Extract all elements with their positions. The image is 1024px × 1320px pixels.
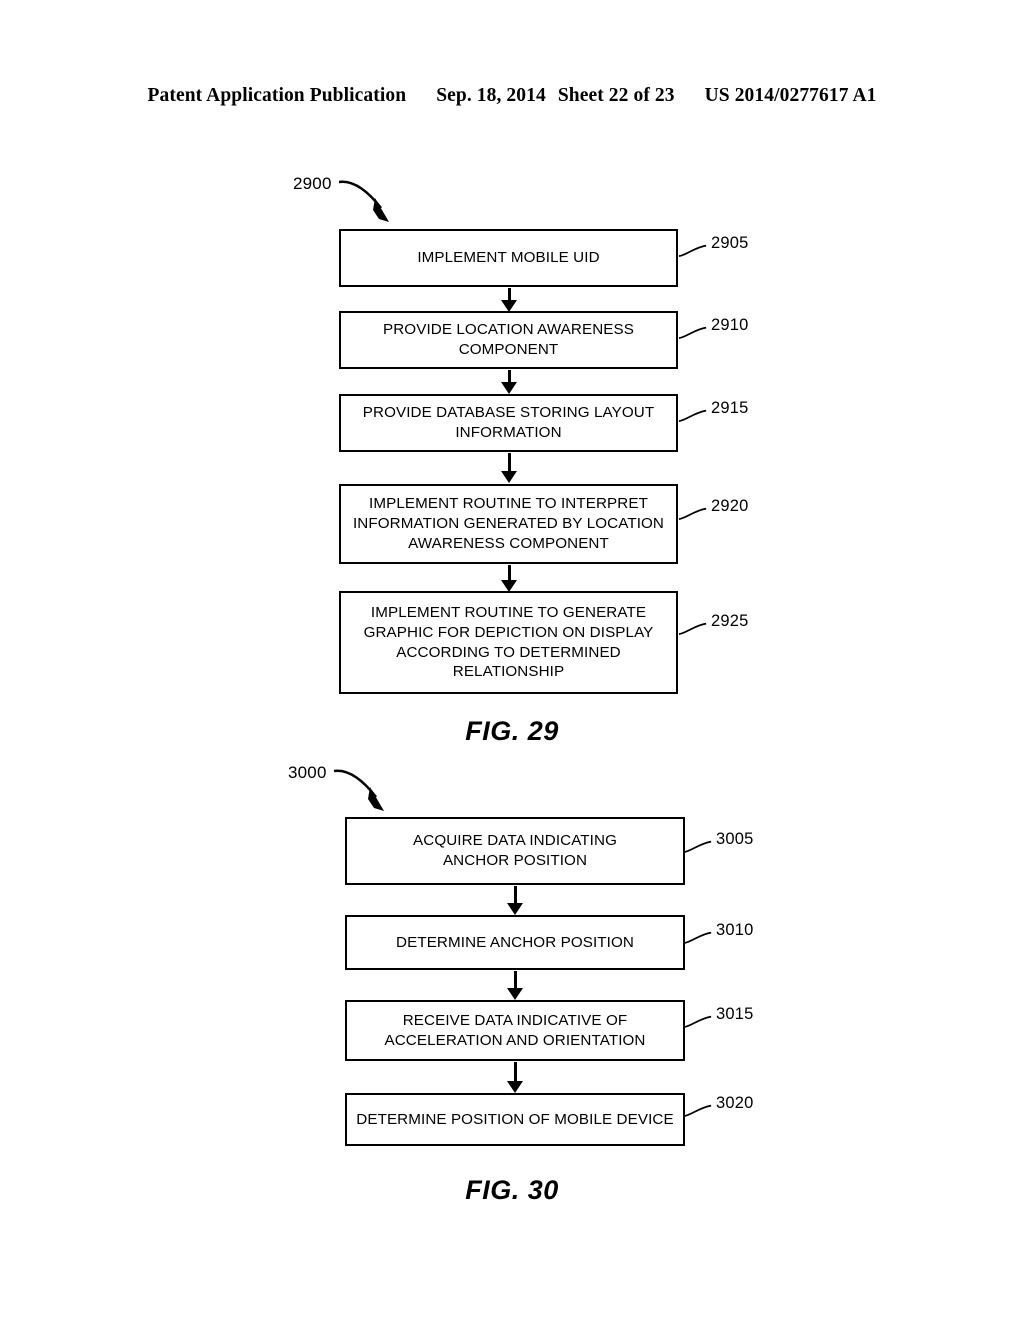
flow-box-2920-line-3: AWARENESS COMPONENT — [408, 534, 609, 552]
flow-box-2905-line-1: IMPLEMENT MOBILE UID — [417, 249, 600, 267]
flow-box-2920-line-1: IMPLEMENT ROUTINE TO INTERPRET — [369, 495, 648, 513]
flow-box-2925-line-3: ACCORDING TO DETERMINED — [396, 643, 621, 661]
ref-2915: 2915 — [678, 399, 749, 422]
connector-3010-3015 — [505, 971, 525, 1001]
flow-box-3005-line-1: ACQUIRE DATA INDICATING — [413, 832, 617, 850]
ref-2925-leader-icon — [678, 622, 707, 635]
figure-30-id-callout: 3000 — [288, 763, 384, 811]
ref-3020-leader-icon — [683, 1104, 712, 1117]
figure-30-id-label: 3000 — [288, 763, 327, 782]
ref-2910-leader-icon — [678, 326, 707, 339]
ref-3015-leader-icon — [683, 1015, 712, 1028]
flow-box-3005: ACQUIRE DATA INDICATING ANCHOR POSITION — [345, 817, 685, 885]
flow-box-3015-line-1: RECEIVE DATA INDICATIVE OF — [402, 1011, 628, 1029]
ref-3005-label: 3005 — [716, 830, 754, 848]
ref-3010-leader-icon — [683, 931, 712, 944]
flow-box-3020: DETERMINE POSITION OF MOBILE DEVICE — [345, 1093, 685, 1146]
connector-2910-2915 — [499, 370, 519, 395]
ref-3015: 3015 — [683, 1005, 754, 1028]
flow-box-2925: IMPLEMENT ROUTINE TO GENERATE GRAPHIC FO… — [339, 591, 678, 694]
figure-29-callout-arrow-icon — [338, 180, 389, 222]
flow-box-3015-line-2: ACCELERATION AND ORIENTATION — [384, 1031, 646, 1049]
flow-box-3010-line-1: DETERMINE ANCHOR POSITION — [396, 933, 634, 951]
flow-box-2925-line-2: GRAPHIC FOR DEPICTION ON DISPLAY — [363, 623, 654, 641]
flow-box-2915-line-1: PROVIDE DATABASE STORING LAYOUT — [362, 404, 655, 422]
page-header: Patent Application Publication Sep. 18, 2… — [0, 85, 1024, 107]
flow-box-2915: PROVIDE DATABASE STORING LAYOUT INFORMAT… — [339, 394, 678, 452]
ref-2915-label: 2915 — [711, 399, 749, 417]
ref-3015-label: 3015 — [716, 1005, 754, 1023]
flow-box-3020-line-1: DETERMINE POSITION OF MOBILE DEVICE — [356, 1110, 674, 1128]
ref-2905-label: 2905 — [711, 234, 749, 252]
flow-box-3010: DETERMINE ANCHOR POSITION — [345, 915, 685, 970]
ref-2920-leader-icon — [678, 507, 707, 520]
ref-3005: 3005 — [683, 830, 754, 853]
flow-box-2920-line-2: INFORMATION GENERATED BY LOCATION — [352, 515, 664, 533]
flow-box-2915-line-2: INFORMATION — [455, 424, 562, 441]
figure-30-callout-arrow-icon — [333, 769, 384, 811]
flow-box-2910: PROVIDE LOCATION AWARENESS COMPONENT — [339, 311, 678, 369]
ref-3010: 3010 — [683, 921, 754, 944]
connector-2915-2920 — [499, 453, 519, 485]
ref-2910-label: 2910 — [711, 316, 749, 334]
flow-box-2910-line-2: COMPONENT — [458, 341, 559, 358]
ref-2905-leader-icon — [678, 244, 707, 257]
figure-29-id-label: 2900 — [293, 174, 332, 193]
ref-2915-leader-icon — [678, 409, 707, 422]
flow-box-2925-line-1: IMPLEMENT ROUTINE TO GENERATE — [370, 604, 647, 621]
ref-2920-label: 2920 — [711, 497, 749, 515]
connector-3005-3010 — [505, 886, 525, 916]
header-patent-number-label: US 2014/0277617 A1 — [704, 85, 877, 106]
flow-box-2925-line-4: RELATIONSHIP — [452, 663, 565, 681]
ref-3010-label: 3010 — [716, 921, 754, 939]
connector-2905-2910 — [499, 288, 519, 313]
connector-3015-3020 — [505, 1062, 525, 1094]
ref-3020-label: 3020 — [716, 1094, 754, 1112]
header-sheet-label: Sheet 22 of 23 — [557, 85, 675, 106]
figure-29-caption: FIG. 29 — [465, 716, 559, 746]
flow-box-3015: RECEIVE DATA INDICATIVE OF ACCELERATION … — [345, 1000, 685, 1061]
figure-30-caption: FIG. 30 — [465, 1175, 559, 1205]
flow-box-2910-line-1: PROVIDE LOCATION AWARENESS — [383, 321, 634, 339]
ref-3020: 3020 — [683, 1094, 754, 1117]
ref-2905: 2905 — [678, 234, 749, 257]
connector-2920-2925 — [499, 565, 519, 593]
flow-box-2920: IMPLEMENT ROUTINE TO INTERPRET INFORMATI… — [339, 484, 678, 564]
ref-2925: 2925 — [678, 612, 749, 635]
header-publication-label: Patent Application Publication — [147, 85, 407, 106]
flow-box-3005-line-2: ANCHOR POSITION — [442, 852, 588, 869]
ref-2920: 2920 — [678, 497, 749, 520]
ref-3005-leader-icon — [683, 840, 712, 853]
header-date-label: Sep. 18, 2014 — [436, 85, 546, 106]
ref-2925-label: 2925 — [711, 612, 749, 630]
flow-box-2905: IMPLEMENT MOBILE UID — [339, 229, 678, 287]
figure-29-id-callout: 2900 — [293, 174, 389, 222]
ref-2910: 2910 — [678, 316, 749, 339]
